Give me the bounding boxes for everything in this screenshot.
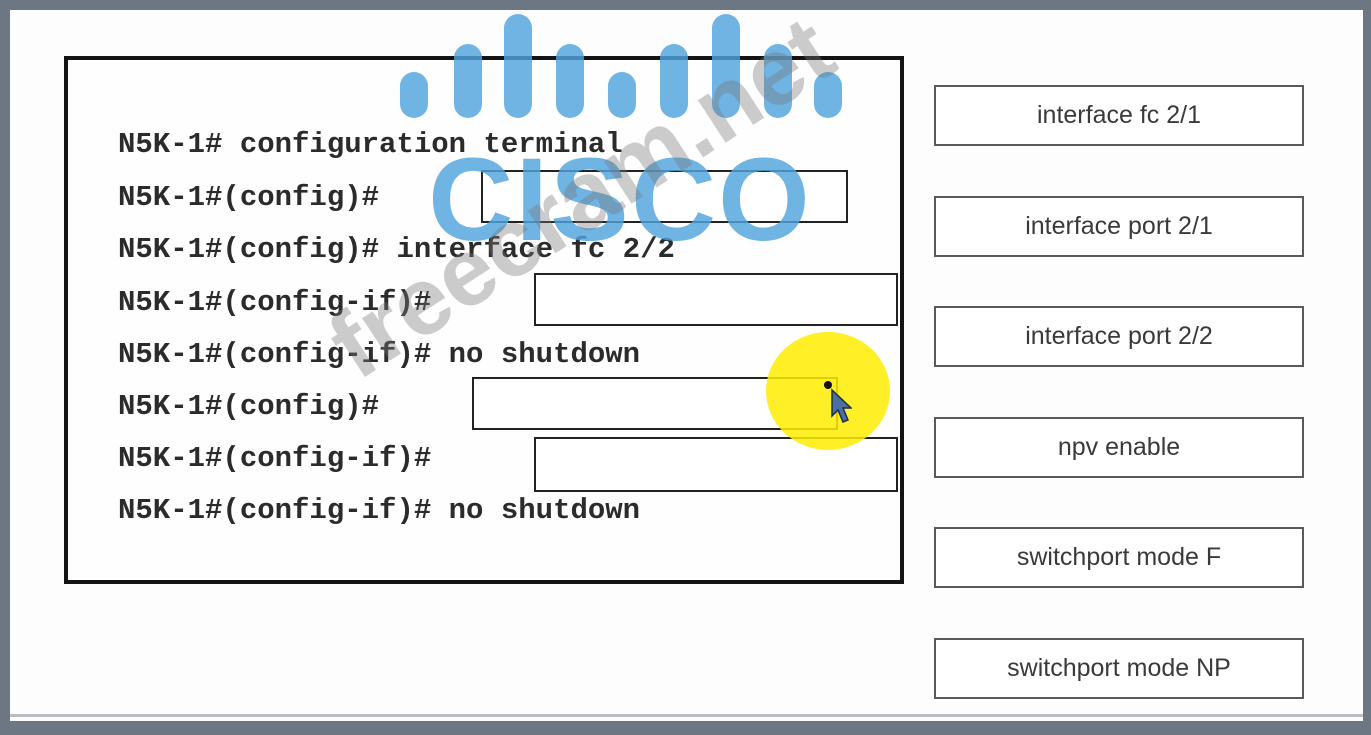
option-switchport-mode-f[interactable]: switchport mode F: [934, 527, 1304, 588]
cli-line-2: N5K-1#(config)#: [118, 181, 380, 214]
cli-line-4: N5K-1#(config-if)#: [118, 286, 432, 319]
cli-line-8: N5K-1#(config-if)# no shutdown: [118, 494, 641, 527]
drop-slot-4[interactable]: [534, 437, 898, 492]
drop-slot-3[interactable]: [472, 377, 838, 430]
cli-line-7: N5K-1#(config-if)#: [118, 442, 432, 475]
drop-slot-1[interactable]: [481, 170, 848, 223]
cli-line-6: N5K-1#(config)#: [118, 390, 380, 423]
bottom-divider: [10, 714, 1363, 717]
option-switchport-mode-np[interactable]: switchport mode NP: [934, 638, 1304, 699]
cli-line-3: N5K-1#(config)# interface fc 2/2: [118, 233, 675, 266]
option-interface-port-2-1[interactable]: interface port 2/1: [934, 196, 1304, 257]
option-npv-enable[interactable]: npv enable: [934, 417, 1304, 478]
option-interface-fc-2-1[interactable]: interface fc 2/1: [934, 85, 1304, 146]
cli-line-1: N5K-1# configuration terminal: [118, 128, 623, 161]
cli-line-5: N5K-1#(config-if)# no shutdown: [118, 338, 641, 371]
drop-slot-2[interactable]: [534, 273, 898, 326]
option-interface-port-2-2[interactable]: interface port 2/2: [934, 306, 1304, 367]
